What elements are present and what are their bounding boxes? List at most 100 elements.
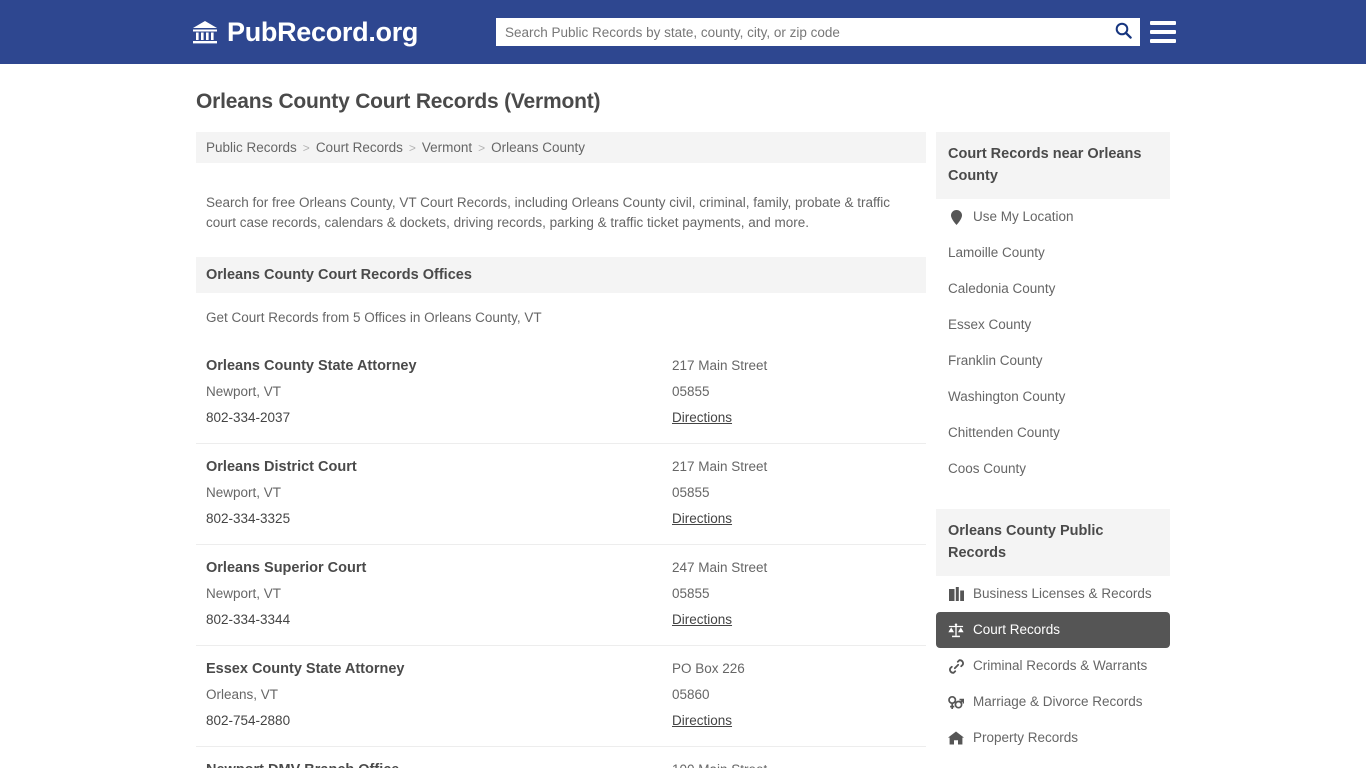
search-button[interactable] xyxy=(1106,18,1140,46)
breadcrumb-item-court-records[interactable]: Court Records xyxy=(316,140,403,155)
search-bar xyxy=(496,18,1140,46)
office-name: Orleans County State Attorney xyxy=(206,357,417,374)
sidebar-item-lamoille-county[interactable]: Lamoille County xyxy=(936,235,1170,271)
office-row: Orleans District Court Newport, VT 802-3… xyxy=(196,442,926,544)
sidebar-nearby-heading: Court Records near Orleans County xyxy=(936,132,1170,199)
sidebar-item-caledonia-county[interactable]: Caledonia County xyxy=(936,271,1170,307)
office-city: Orleans, VT xyxy=(206,686,279,702)
office-phone[interactable]: 802-334-3344 xyxy=(206,607,672,633)
office-city: Newport, VT xyxy=(206,383,282,399)
site-logo-text: PubRecord.org xyxy=(227,16,419,47)
map-pin-icon xyxy=(948,209,964,225)
sidebar-item-essex-county[interactable]: Essex County xyxy=(936,307,1170,343)
sidebar-item-label: Lamoille County xyxy=(948,245,1045,260)
sidebar-item-use-my-location[interactable]: Use My Location xyxy=(936,199,1170,235)
office-details: Orleans District Court Newport, VT 802-3… xyxy=(206,454,672,532)
office-zip: 05855 xyxy=(672,383,710,399)
main-content: Public Records > Court Records > Vermont… xyxy=(196,132,926,768)
office-address: 247 Main Street xyxy=(672,559,768,575)
site-header: PubRecord.org xyxy=(0,0,1366,64)
office-row: Orleans Superior Court Newport, VT 802-3… xyxy=(196,543,926,645)
office-zip: 05855 xyxy=(672,484,710,500)
home-icon xyxy=(948,730,964,746)
office-row: Essex County State Attorney Orleans, VT … xyxy=(196,644,926,746)
office-name: Orleans District Court xyxy=(206,458,357,475)
directions-link[interactable]: Directions xyxy=(672,708,732,734)
offices-section-subheading: Get Court Records from 5 Offices in Orle… xyxy=(206,309,542,325)
office-phone[interactable]: 802-334-3325 xyxy=(206,506,672,532)
sidebar-item-marriage-divorce[interactable]: Marriage & Divorce Records xyxy=(936,684,1170,720)
sidebar-public-records-list: Business Licenses & Records Court Record… xyxy=(936,576,1170,768)
office-city: Newport, VT xyxy=(206,484,282,500)
office-address: PO Box 226 xyxy=(672,660,745,676)
office-zip: 05855 xyxy=(672,585,710,601)
breadcrumb-item-public-records[interactable]: Public Records xyxy=(206,140,297,155)
office-details: Essex County State Attorney Orleans, VT … xyxy=(206,656,672,734)
office-address-block: 100 Main Street 05855 Directions xyxy=(672,757,916,768)
sidebar-item-label: Criminal Records & Warrants xyxy=(973,658,1148,673)
directions-link[interactable]: Directions xyxy=(672,607,732,633)
sidebar-item-court-records[interactable]: Court Records xyxy=(936,612,1170,648)
offices-section-heading: Orleans County Court Records Offices xyxy=(196,256,926,293)
site-logo[interactable]: PubRecord.org xyxy=(192,17,418,48)
sidebar-item-label: Property Records xyxy=(973,730,1079,745)
sidebar-item-vital-records[interactable]: Vital Records xyxy=(936,756,1170,768)
link-chain-icon xyxy=(948,658,964,674)
breadcrumb: Public Records > Court Records > Vermont… xyxy=(196,132,926,163)
sidebar-item-label: Court Records xyxy=(973,622,1061,637)
sidebar-item-label: Marriage & Divorce Records xyxy=(973,694,1143,709)
sidebar-item-label: Franklin County xyxy=(948,353,1043,368)
hamburger-bar xyxy=(1150,39,1176,43)
sidebar-item-washington-county[interactable]: Washington County xyxy=(936,379,1170,415)
hamburger-bar xyxy=(1150,21,1176,25)
office-zip: 05860 xyxy=(672,686,710,702)
page-title: Orleans County Court Records (Vermont) xyxy=(196,90,601,113)
sidebar-item-label: Washington County xyxy=(948,389,1066,404)
office-name: Newport DMV Branch Office xyxy=(206,757,672,768)
content-columns: Public Records > Court Records > Vermont… xyxy=(196,132,1170,768)
office-phone[interactable]: 802-334-2037 xyxy=(206,405,672,431)
sidebar-item-criminal-records[interactable]: Criminal Records & Warrants xyxy=(936,648,1170,684)
office-details: Newport DMV Branch Office Newport, VT 80… xyxy=(206,757,672,768)
sidebar-item-label: Essex County xyxy=(948,317,1032,332)
sidebar-item-chittenden-county[interactable]: Chittenden County xyxy=(936,415,1170,451)
venus-mars-icon xyxy=(948,694,964,710)
office-name: Essex County State Attorney xyxy=(206,660,405,677)
office-address-block: 217 Main Street 05855 Directions xyxy=(672,353,916,431)
sidebar-item-franklin-county[interactable]: Franklin County xyxy=(936,343,1170,379)
office-address: 217 Main Street xyxy=(672,458,768,474)
search-icon xyxy=(1115,22,1132,42)
directions-link[interactable]: Directions xyxy=(672,405,732,431)
breadcrumb-separator: > xyxy=(478,140,486,155)
breadcrumb-item-vermont[interactable]: Vermont xyxy=(422,140,472,155)
sidebar-item-coos-county[interactable]: Coos County xyxy=(936,451,1170,487)
office-details: Orleans Superior Court Newport, VT 802-3… xyxy=(206,555,672,633)
hamburger-menu-icon[interactable] xyxy=(1150,18,1176,46)
office-details: Orleans County State Attorney Newport, V… xyxy=(206,353,672,431)
sidebar-item-label: Caledonia County xyxy=(948,281,1056,296)
page-body: Orleans County Court Records (Vermont) P… xyxy=(0,90,1366,768)
sidebar-item-label: Business Licenses & Records xyxy=(973,586,1152,601)
sidebar-item-business-licenses[interactable]: Business Licenses & Records xyxy=(936,576,1170,612)
office-address-block: PO Box 226 05860 Directions xyxy=(672,656,916,734)
sidebar-item-label: Use My Location xyxy=(973,209,1074,224)
search-input[interactable] xyxy=(496,18,1106,46)
breadcrumb-separator: > xyxy=(302,140,310,155)
sidebar-item-label: Vital Records xyxy=(973,764,1053,768)
office-row: Newport DMV Branch Office Newport, VT 80… xyxy=(196,745,926,768)
directions-link[interactable]: Directions xyxy=(672,506,732,532)
breadcrumb-item-orleans-county: Orleans County xyxy=(491,140,585,155)
office-phone[interactable]: 802-754-2880 xyxy=(206,708,672,734)
office-address-block: 217 Main Street 05855 Directions xyxy=(672,454,916,532)
office-name: Orleans Superior Court xyxy=(206,559,367,576)
scales-of-justice-icon xyxy=(948,622,964,638)
bank-building-icon xyxy=(192,20,218,44)
office-city: Newport, VT xyxy=(206,585,282,601)
sidebar-public-records-heading: Orleans County Public Records xyxy=(936,509,1170,576)
sidebar-item-label: Chittenden County xyxy=(948,425,1060,440)
office-address: 100 Main Street xyxy=(672,757,916,768)
sidebar-item-property-records[interactable]: Property Records xyxy=(936,720,1170,756)
sidebar-item-label: Coos County xyxy=(948,461,1027,476)
breadcrumb-separator: > xyxy=(408,140,416,155)
